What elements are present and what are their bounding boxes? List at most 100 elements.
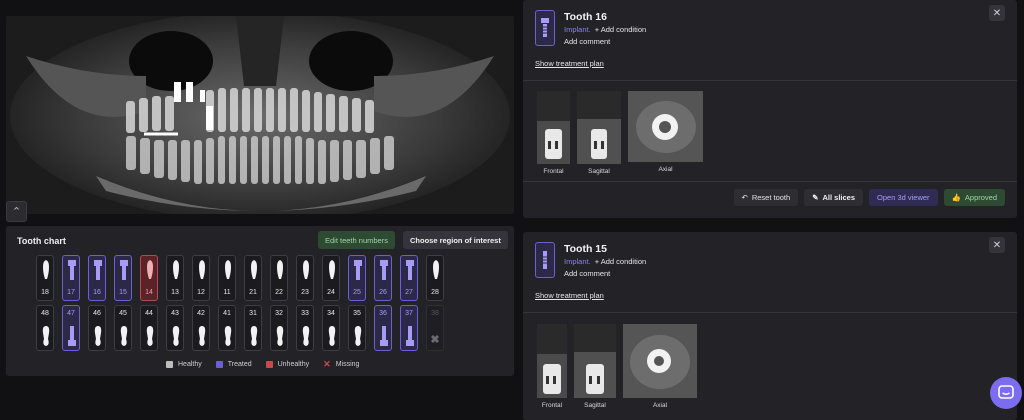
tooth-38[interactable]: ✖ 38	[426, 305, 444, 351]
tooth-11[interactable]: 11	[218, 255, 236, 301]
tooth-41[interactable]: 41	[218, 305, 236, 351]
tooth-42[interactable]: 42	[192, 305, 210, 351]
tooth-number: 46	[93, 310, 101, 317]
tooth-48[interactable]: 48	[36, 305, 54, 351]
legend-healthy-label: Healthy	[178, 361, 202, 368]
tooth-14[interactable]: 14	[140, 255, 158, 301]
tooth-16[interactable]: 16	[88, 255, 106, 301]
condition-implant[interactable]: Implant.	[564, 25, 591, 34]
tooth-icon	[302, 326, 310, 346]
card-title: Tooth 16	[564, 11, 607, 23]
tooth-25[interactable]: 25	[348, 255, 366, 301]
all-slices-button[interactable]: ✎ All slices	[804, 189, 864, 206]
slice-frontal[interactable]: Frontal	[537, 91, 570, 175]
collapse-xray-button[interactable]: ⌃	[6, 201, 27, 222]
tooth-number: 34	[327, 310, 335, 317]
legend-missing: ✕ Missing	[323, 359, 359, 370]
tooth-number: 47	[67, 310, 75, 317]
add-comment-link[interactable]: Add comment	[564, 37, 610, 46]
tooth-43[interactable]: 43	[166, 305, 184, 351]
tooth-icon	[120, 326, 128, 346]
close-card-button[interactable]: ✕	[989, 237, 1005, 253]
tooth-card-16: Tooth 16 Implant. + Add condition Add co…	[523, 0, 1017, 218]
tooth-23[interactable]: 23	[296, 255, 314, 301]
tooth-28[interactable]: 28	[426, 255, 444, 301]
implant-tooth-icon	[380, 260, 388, 280]
tooth-33[interactable]: 33	[296, 305, 314, 351]
slice-label: Sagittal	[584, 402, 606, 409]
tooth-number: 12	[197, 289, 205, 296]
implant-tooth-icon	[68, 260, 76, 280]
tooth-icon	[329, 260, 335, 279]
tooth-31[interactable]: 31	[244, 305, 262, 351]
add-condition-link[interactable]: + Add condition	[595, 25, 647, 34]
open-3d-viewer-button[interactable]: Open 3d viewer	[869, 189, 938, 206]
tooth-35[interactable]: 35	[348, 305, 366, 351]
tooth-24[interactable]: 24	[322, 255, 340, 301]
pencil-icon: ✎	[812, 193, 819, 202]
tooth-17[interactable]: 17	[62, 255, 80, 301]
tooth-icon	[198, 326, 206, 346]
unhealthy-swatch-icon	[265, 361, 273, 368]
slice-label: Axial	[652, 402, 668, 409]
add-condition-link[interactable]: + Add condition	[595, 257, 647, 266]
tooth-34[interactable]: 34	[322, 305, 340, 351]
reset-tooth-button[interactable]: ↶ Reset tooth	[733, 189, 799, 206]
frontal-slice-image	[537, 91, 570, 164]
legend-unhealthy-label: Unhealthy	[277, 361, 310, 368]
undo-icon: ↶	[741, 193, 748, 202]
tooth-22[interactable]: 22	[270, 255, 288, 301]
tooth-18[interactable]: 18	[36, 255, 54, 301]
sagittal-slice-image	[577, 91, 621, 164]
tooth-32[interactable]: 32	[270, 305, 288, 351]
condition-implant[interactable]: Implant.	[564, 257, 591, 266]
tooth-44[interactable]: 44	[140, 305, 158, 351]
tooth-47[interactable]: 47	[62, 305, 80, 351]
tooth-number: 27	[405, 289, 413, 296]
edit-teeth-numbers-button[interactable]: Edit teeth numbers	[318, 231, 395, 249]
tooth-15[interactable]: 15	[114, 255, 132, 301]
tooth-card-15: Tooth 15 Implant. + Add condition Add co…	[523, 232, 1017, 420]
tooth-12[interactable]: 12	[192, 255, 210, 301]
tooth-icon	[173, 260, 179, 279]
tooth-27[interactable]: 27	[400, 255, 418, 301]
legend-treated-label: Treated	[227, 361, 252, 368]
thumbs-up-icon: 👍	[951, 193, 961, 202]
implant-tooth-icon	[406, 260, 414, 280]
implant-icon	[535, 10, 555, 46]
chat-launcher-button[interactable]	[990, 377, 1022, 409]
slice-axial[interactable]: Axial	[623, 324, 697, 409]
close-card-button[interactable]: ✕	[989, 5, 1005, 21]
show-treatment-plan-link[interactable]: Show treatment plan	[535, 59, 604, 68]
tooth-36[interactable]: 36	[374, 305, 392, 351]
tooth-number: 17	[67, 289, 75, 296]
tooth-number: 31	[249, 310, 257, 317]
slice-axial[interactable]: Axial	[628, 91, 703, 173]
panoramic-xray[interactable]	[6, 16, 514, 214]
slice-sagittal[interactable]: Sagittal	[574, 324, 616, 409]
approved-button[interactable]: 👍 Approved	[943, 189, 1005, 206]
implant-tooth-icon	[380, 326, 388, 346]
slice-frontal[interactable]: Frontal	[537, 324, 567, 409]
close-icon: ✕	[992, 239, 1002, 251]
tooth-13[interactable]: 13	[166, 255, 184, 301]
show-treatment-plan-link[interactable]: Show treatment plan	[535, 291, 604, 300]
slice-sagittal[interactable]: Sagittal	[577, 91, 621, 175]
implant-tooth-icon	[120, 260, 128, 280]
tooth-icon	[303, 260, 309, 279]
tooth-26[interactable]: 26	[374, 255, 392, 301]
implant-tooth-icon	[68, 326, 76, 346]
tooth-45[interactable]: 45	[114, 305, 132, 351]
slice-label: Frontal	[543, 168, 564, 175]
tooth-21[interactable]: 21	[244, 255, 262, 301]
tooth-icon	[251, 260, 257, 279]
add-comment-link[interactable]: Add comment	[564, 269, 610, 278]
legend-missing-label: Missing	[335, 361, 360, 368]
tooth-46[interactable]: 46	[88, 305, 106, 351]
tooth-37[interactable]: 37	[400, 305, 418, 351]
tooth-icon	[146, 326, 154, 346]
slice-previews: Frontal Sagittal Axial	[537, 91, 703, 175]
choose-region-button[interactable]: Choose region of interest	[403, 231, 508, 249]
tooth-icon	[147, 260, 153, 279]
tooth-number: 25	[353, 289, 361, 296]
